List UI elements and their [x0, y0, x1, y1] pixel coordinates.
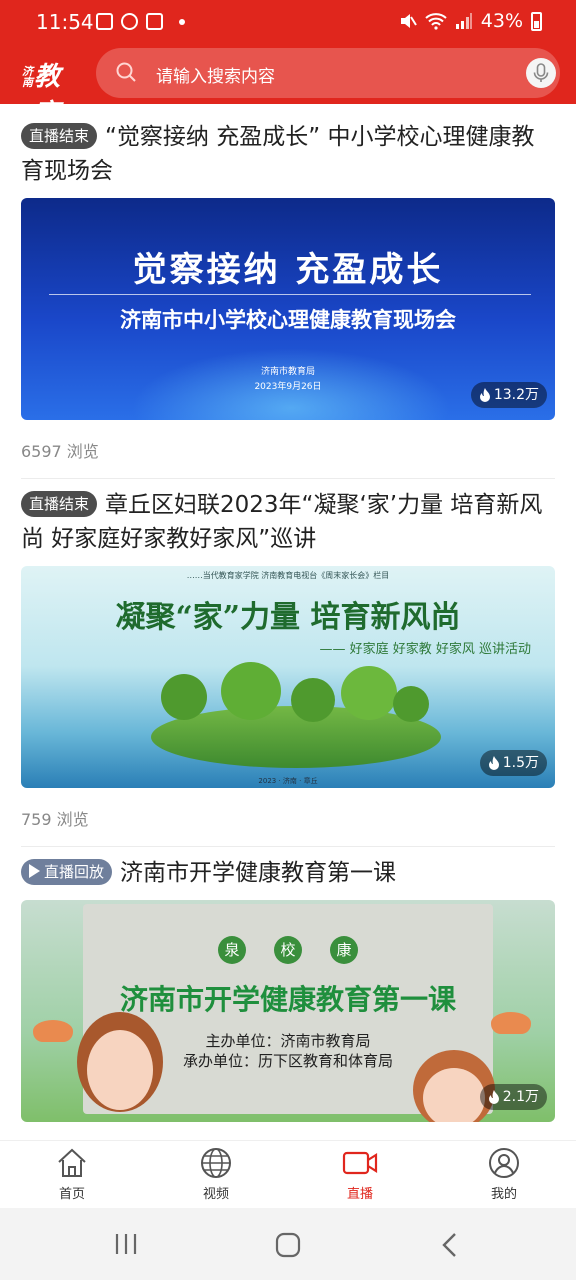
card-title[interactable]: 直播回放 济南市开学健康教育第一课	[21, 856, 555, 890]
tab-home[interactable]: 首页	[32, 1147, 112, 1202]
card-title[interactable]: 直播结束 “觉察接纳 充盈成长” 中小学校心理健康教育现场会	[21, 120, 555, 188]
card-thumbnail[interactable]: 觉察接纳 充盈成长 济南市中小学校心理健康教育现场会 济南市教育局 2023年9…	[21, 198, 555, 420]
flame-icon	[488, 756, 499, 770]
thumb-headline: 济南市开学健康教育第一课	[119, 983, 456, 1016]
microphone-button[interactable]	[526, 58, 556, 88]
thumb-circle: 校	[274, 936, 302, 964]
status-time: 11:54	[36, 10, 94, 34]
feed-card[interactable]: 直播结束 “觉察接纳 充盈成长” 中小学校心理健康教育现场会 觉察接纳 充盈成长 …	[21, 120, 555, 479]
app-logo[interactable]: 济南 教育	[22, 54, 74, 129]
thumb-divider	[49, 294, 531, 295]
divider	[21, 478, 555, 479]
feed-card[interactable]: 直播结束 章丘区妇联2023年“凝聚‘家’力量 培育新风尚 好家庭好家教好家风”巡…	[21, 488, 555, 847]
card-thumbnail[interactable]: ……当代教育家学院 济南教育电视台《周末家长会》栏目 凝聚“家”力量 培育新风尚…	[21, 566, 555, 788]
search-input[interactable]: 请输入搜索内容	[156, 62, 275, 87]
mute-icon	[400, 14, 417, 28]
card-title[interactable]: 直播结束 章丘区妇联2023年“凝聚‘家’力量 培育新风尚 好家庭好家教好家风”巡…	[21, 488, 555, 556]
shield-icon	[146, 13, 163, 30]
flame-icon	[479, 388, 490, 402]
live-feed: 直播结束 “觉察接纳 充盈成长” 中小学校心理健康教育现场会 觉察接纳 充盈成长 …	[0, 104, 576, 1140]
thumb-headline: 凝聚“家”力量 培育新风尚	[115, 600, 461, 635]
status-tag: 直播结束	[21, 123, 98, 149]
tab-profile[interactable]: 我的	[464, 1147, 544, 1202]
globe-icon	[201, 1148, 231, 1178]
thumb-subhead: —— 好家庭 好家教 好家风 巡讲活动	[319, 642, 531, 657]
view-count: 6597 浏览	[21, 442, 99, 461]
status-tag: 直播回放	[21, 859, 113, 885]
search-icon	[116, 62, 136, 82]
thumb-circle: 泉	[218, 936, 246, 964]
thumb-circle: 康	[330, 936, 358, 964]
play-icon	[29, 864, 40, 878]
system-navigation-bar	[0, 1208, 576, 1280]
user-icon	[489, 1148, 519, 1178]
wifi-icon	[425, 13, 447, 30]
card-thumbnail[interactable]: 泉 校 康 济南市开学健康教育第一课 主办单位：济南市教育局 承办单位：历下区教…	[21, 900, 555, 1122]
battery-percent: 43%	[480, 10, 523, 32]
thumb-top-line: ……当代教育家学院 济南教育电视台《周末家长会》栏目	[186, 571, 390, 580]
heat-badge: 2.1万	[479, 1084, 547, 1110]
notification-dot-icon	[179, 18, 185, 25]
cartoon-girl-illustration	[87, 1030, 153, 1110]
app-header: 济南 教育 请输入搜索内容	[0, 44, 576, 129]
microphone-icon	[533, 63, 549, 82]
status-tag: 直播结束	[21, 491, 98, 517]
live-camera-icon	[342, 1151, 378, 1175]
tab-live[interactable]: 直播	[320, 1147, 400, 1202]
thumb-subhead: 济南市中小学校心理健康教育现场会	[120, 308, 456, 332]
status-bar: 11:54 43%	[0, 0, 576, 44]
search-bar[interactable]: 请输入搜索内容	[96, 48, 560, 98]
back-icon[interactable]	[438, 1232, 462, 1258]
heat-badge: 13.2万	[470, 382, 547, 408]
cloud-icon	[121, 13, 138, 30]
home-button-icon[interactable]	[274, 1232, 302, 1258]
image-icon	[96, 13, 113, 30]
divider	[21, 846, 555, 847]
thumb-headline: 觉察接纳 充盈成长	[132, 250, 444, 290]
signal-icon	[455, 13, 472, 29]
bottom-tab-bar: 首页 视频 直播 我的	[0, 1140, 576, 1208]
battery-icon	[531, 11, 542, 31]
flame-icon	[488, 1090, 499, 1104]
thumb-bottom-line: 2023 · 济南 · 章丘	[258, 777, 318, 785]
thumb-org: 济南市教育局	[260, 367, 315, 377]
cartoon-boy-illustration	[423, 1068, 485, 1122]
heat-badge: 1.5万	[479, 750, 547, 776]
feed-card[interactable]: 直播回放 济南市开学健康教育第一课 泉 校 康 济南市开学健康教育第一课 主办单位…	[21, 856, 555, 1122]
recent-apps-icon[interactable]	[112, 1232, 140, 1256]
view-count: 759 浏览	[21, 810, 89, 829]
tab-video[interactable]: 视频	[176, 1147, 256, 1202]
home-icon	[58, 1148, 86, 1177]
